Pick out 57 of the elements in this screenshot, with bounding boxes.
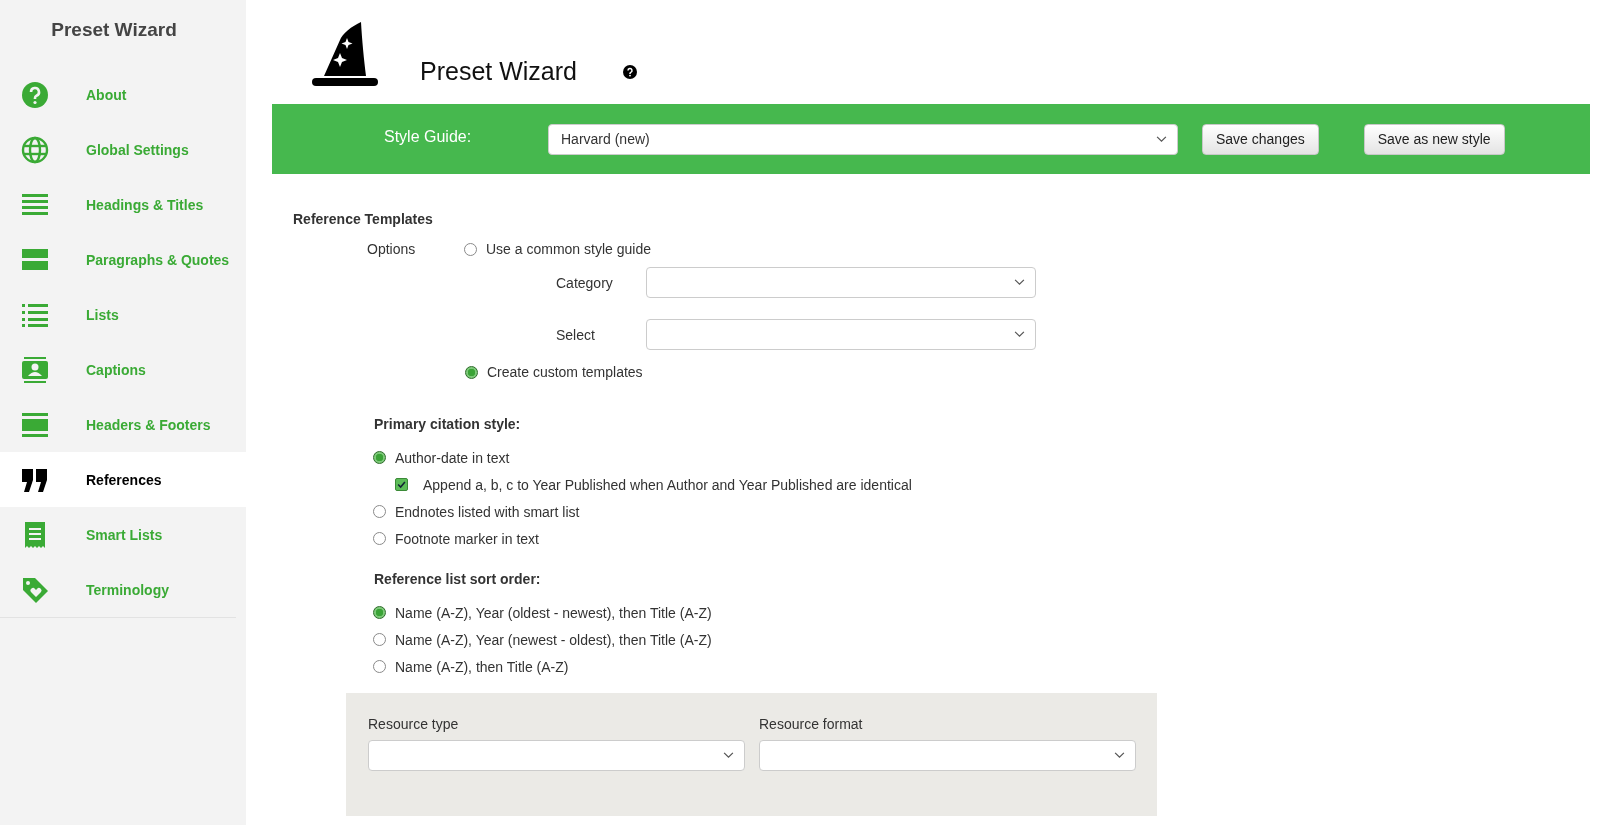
radio-button[interactable] [373, 633, 386, 646]
field-label: Resource type [368, 716, 460, 732]
style-guide-label: Style Guide: [384, 128, 473, 146]
layout-icon [21, 410, 49, 439]
sidebar-item[interactable]: References [0, 452, 246, 507]
option-label: Name (A-Z), Year (newest - oldest), then Title (A-Z) [395, 631, 712, 648]
tag-heart-icon [21, 575, 49, 604]
sidebar-item[interactable]: Lists [0, 287, 246, 342]
sidebar-item[interactable]: Headings & Titles [0, 177, 246, 232]
radio-button[interactable] [373, 606, 386, 619]
resource-format-select[interactable] [759, 740, 1136, 771]
globe-icon [21, 135, 49, 164]
option-label: Author-date in text [395, 449, 510, 466]
option-label: Append a, b, c to Year Published when Author and Year Published are identical [423, 476, 912, 493]
option-label: Create custom templates [487, 364, 643, 380]
help-icon [21, 80, 49, 109]
option-label: Name (A-Z), then Title (A-Z) [395, 658, 569, 675]
radio-button[interactable] [464, 242, 477, 256]
sidebar-item[interactable]: Terminology [0, 562, 246, 617]
section-heading: Primary citation style: [374, 416, 522, 432]
sidebar-item[interactable]: About [0, 67, 246, 122]
section-heading: Reference Templates [293, 211, 434, 227]
sidebar-item[interactable]: Global Settings [0, 122, 246, 177]
caret-icon [1114, 752, 1125, 759]
field-label: Category [556, 274, 614, 291]
page-title: Preset Wizard [420, 57, 577, 86]
radio-button[interactable] [373, 660, 386, 673]
sidebar-item[interactable]: Smart Lists [0, 507, 246, 562]
radio-button[interactable] [373, 532, 386, 545]
option-label: Use a common style guide [486, 241, 651, 257]
style-guide-select[interactable]: Harvard (new) [548, 123, 1178, 155]
option-label: Footnote marker in text [395, 530, 539, 547]
template-select[interactable] [646, 319, 1036, 350]
options-label: Options [367, 241, 417, 257]
caret-icon [1014, 331, 1025, 338]
field-label: Resource format [759, 716, 864, 732]
field-label: Select [556, 326, 596, 343]
section-heading: Reference list sort order: [374, 571, 542, 587]
checkbox[interactable] [395, 478, 408, 491]
id-card-icon [21, 355, 49, 384]
help-icon[interactable] [623, 65, 637, 79]
caret-icon [1156, 135, 1167, 143]
sidebar-item[interactable]: Headers & Footers [0, 397, 246, 452]
radio-button[interactable] [373, 451, 386, 464]
resource-type-select[interactable] [368, 740, 745, 771]
category-select[interactable] [646, 267, 1036, 298]
caret-icon [1014, 279, 1025, 286]
caret-icon [723, 752, 734, 759]
sidebar-item[interactable]: Captions [0, 342, 246, 397]
save-as-new-button[interactable]: Save as new style [1363, 123, 1505, 155]
option-label: Endnotes listed with smart list [395, 503, 580, 520]
radio-button[interactable] [465, 365, 478, 379]
sidebar-item[interactable]: Paragraphs & Quotes [0, 232, 246, 287]
radio-button[interactable] [373, 505, 386, 518]
save-changes-button[interactable]: Save changes [1202, 123, 1319, 155]
sidebar-title: Preset Wizard [50, 18, 178, 42]
option-label: Name (A-Z), Year (oldest - newest), then Title (A-Z) [395, 604, 712, 621]
